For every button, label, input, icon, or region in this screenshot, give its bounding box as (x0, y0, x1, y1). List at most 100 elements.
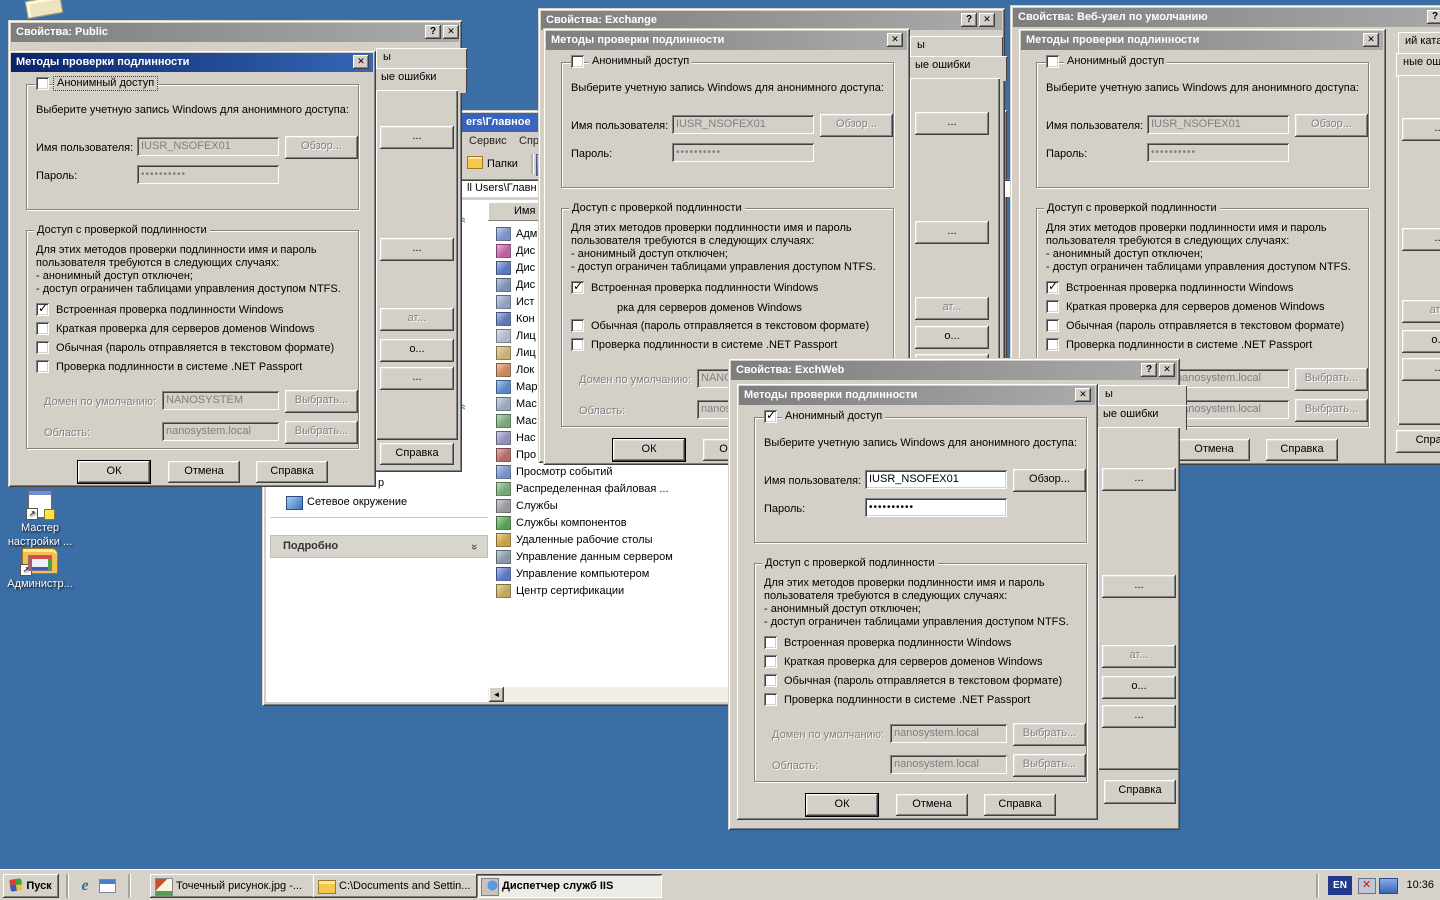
list-item[interactable]: Просмотр событий (496, 464, 613, 480)
help-button[interactable]: Справка (1266, 439, 1338, 461)
list-item[interactable]: Нас (496, 430, 536, 446)
digest-auth-checkbox[interactable] (36, 322, 49, 335)
integrated-auth-checkbox[interactable] (571, 281, 584, 294)
close-icon[interactable] (1363, 33, 1379, 47)
button-fragment[interactable]: ... (1402, 118, 1440, 141)
button-fragment[interactable]: ... (915, 221, 989, 244)
integrated-auth-checkbox[interactable] (1046, 281, 1059, 294)
help-button[interactable]: Справка (1104, 780, 1176, 804)
anonymous-checkbox[interactable] (764, 410, 777, 423)
button-fragment[interactable]: ... (1402, 358, 1440, 381)
cancel-button[interactable]: Отмена (1178, 439, 1250, 461)
cancel-button[interactable]: Отмена (896, 794, 968, 816)
browse-button[interactable]: Обзор... (820, 114, 893, 137)
select-domain-button[interactable]: Выбрать... (1295, 368, 1368, 391)
default-domain-field[interactable]: NANOSYSTEM (162, 391, 279, 410)
help-button[interactable]: Справка (380, 443, 454, 465)
dialog-titlebar[interactable]: Методы проверки подлинности (739, 386, 1095, 405)
dialog-titlebar[interactable]: Методы проверки подлинности (11, 53, 373, 72)
select-domain-button[interactable]: Выбрать... (285, 390, 358, 413)
taskbar-button-image[interactable]: Точечный рисунок.jpg -... (150, 874, 336, 898)
list-item[interactable]: Дис (496, 243, 535, 259)
button-fragment[interactable]: ат... (1102, 645, 1176, 668)
close-icon[interactable] (353, 55, 369, 69)
list-item[interactable]: Распределенная файловая ... (496, 481, 669, 497)
taskpane-network-item[interactable]: Сетевое окружение (307, 496, 407, 509)
quick-launch-icon[interactable] (98, 877, 116, 895)
list-item[interactable]: Службы компонентов (496, 515, 627, 531)
list-item[interactable]: Адм (496, 226, 537, 242)
ok-button[interactable]: ОК (613, 439, 685, 461)
close-icon[interactable] (887, 33, 903, 47)
button-fragment[interactable]: о... (1402, 330, 1440, 353)
help-icon[interactable] (425, 25, 441, 39)
default-domain-field[interactable]: nanosystem.local (890, 724, 1007, 743)
close-icon[interactable] (979, 13, 995, 27)
button-fragment[interactable]: ... (1402, 228, 1440, 251)
list-item[interactable]: Лиц (496, 345, 536, 361)
anonymous-checkbox[interactable] (1046, 55, 1059, 68)
passport-auth-checkbox[interactable] (571, 338, 584, 351)
close-icon[interactable] (1159, 363, 1175, 377)
help-button[interactable]: Справка (256, 461, 328, 483)
desktop-icon-admin[interactable]: Администр... (0, 548, 80, 591)
select-realm-button[interactable]: Выбрать... (285, 421, 358, 444)
list-item[interactable]: Мар (496, 379, 538, 395)
taskbar-button-folder[interactable]: C:\Documents and Settin... (313, 874, 496, 898)
ok-button[interactable]: ОК (806, 794, 878, 816)
help-icon[interactable] (961, 13, 977, 27)
close-icon[interactable] (1075, 388, 1091, 402)
button-fragment[interactable]: о... (1102, 676, 1176, 699)
list-item[interactable]: Удаленные рабочие столы (496, 532, 653, 548)
basic-auth-checkbox[interactable] (571, 319, 584, 332)
button-fragment[interactable]: ... (1102, 575, 1176, 598)
internet-explorer-icon[interactable] (76, 877, 94, 895)
password-field[interactable]: •••••••••• (672, 143, 814, 162)
button-fragment[interactable]: ат... (915, 297, 989, 320)
button-fragment[interactable]: о... (915, 326, 989, 349)
help-icon[interactable] (1427, 10, 1440, 24)
username-field[interactable]: IUSR_NSOFEX01 (137, 137, 279, 156)
passport-auth-checkbox[interactable] (36, 360, 49, 373)
passport-auth-checkbox[interactable] (1046, 338, 1059, 351)
list-item[interactable]: Лиц (496, 328, 536, 344)
list-item[interactable]: Мас (496, 413, 537, 429)
integrated-auth-checkbox[interactable] (764, 636, 777, 649)
list-item[interactable]: Про (496, 447, 536, 463)
username-field[interactable]: IUSR_NSOFEX01 (865, 470, 1007, 489)
dialog-titlebar[interactable]: Методы проверки подлинности (1021, 31, 1383, 50)
button-fragment[interactable]: ... (1102, 468, 1176, 491)
basic-auth-checkbox[interactable] (1046, 319, 1059, 332)
password-field[interactable]: •••••••••• (1147, 143, 1289, 162)
scroll-left-icon[interactable] (489, 687, 504, 702)
network-disconnected-icon[interactable] (1358, 878, 1376, 894)
help-button[interactable]: Справка (984, 794, 1056, 816)
menu-service[interactable]: Сервис (469, 135, 507, 147)
folders-button[interactable]: Папки (461, 153, 537, 175)
taskpane-item-fragment[interactable]: р (378, 477, 384, 490)
realm-field[interactable]: nanosystem.local (890, 755, 1007, 774)
browse-button[interactable]: Обзор... (1295, 114, 1368, 137)
list-item[interactable]: Управление данным сервером (496, 549, 673, 565)
desktop-icon-wizard[interactable]: Мастер настройки ... (0, 490, 80, 549)
digest-auth-checkbox[interactable] (1046, 300, 1059, 313)
integrated-auth-checkbox[interactable] (36, 303, 49, 316)
button-fragment[interactable]: ... (915, 112, 989, 135)
select-realm-button[interactable]: Выбрать... (1013, 754, 1086, 777)
clock[interactable]: 10:36 (1406, 876, 1434, 895)
dialog-titlebar[interactable]: Методы проверки подлинности (546, 31, 907, 50)
realm-field[interactable]: nanosystem.local (162, 422, 279, 441)
dialog-titlebar[interactable]: Свойства: Public (11, 23, 459, 42)
digest-auth-checkbox[interactable] (764, 655, 777, 668)
button-fragment[interactable]: ... (380, 126, 454, 149)
browse-button[interactable]: Обзор... (285, 136, 358, 159)
default-domain-field[interactable]: nanosystem.local (1172, 369, 1289, 388)
dialog-titlebar[interactable]: Свойства: ExchWeb (731, 361, 1177, 380)
network-activity-icon[interactable] (1379, 878, 1398, 894)
close-icon[interactable] (443, 25, 459, 39)
browse-button[interactable]: Обзор... (1013, 469, 1086, 492)
list-item[interactable]: Кон (496, 311, 535, 327)
list-item[interactable]: Лок (496, 362, 534, 378)
details-section-header[interactable]: Подробно (270, 535, 488, 558)
anonymous-checkbox[interactable] (571, 55, 584, 68)
